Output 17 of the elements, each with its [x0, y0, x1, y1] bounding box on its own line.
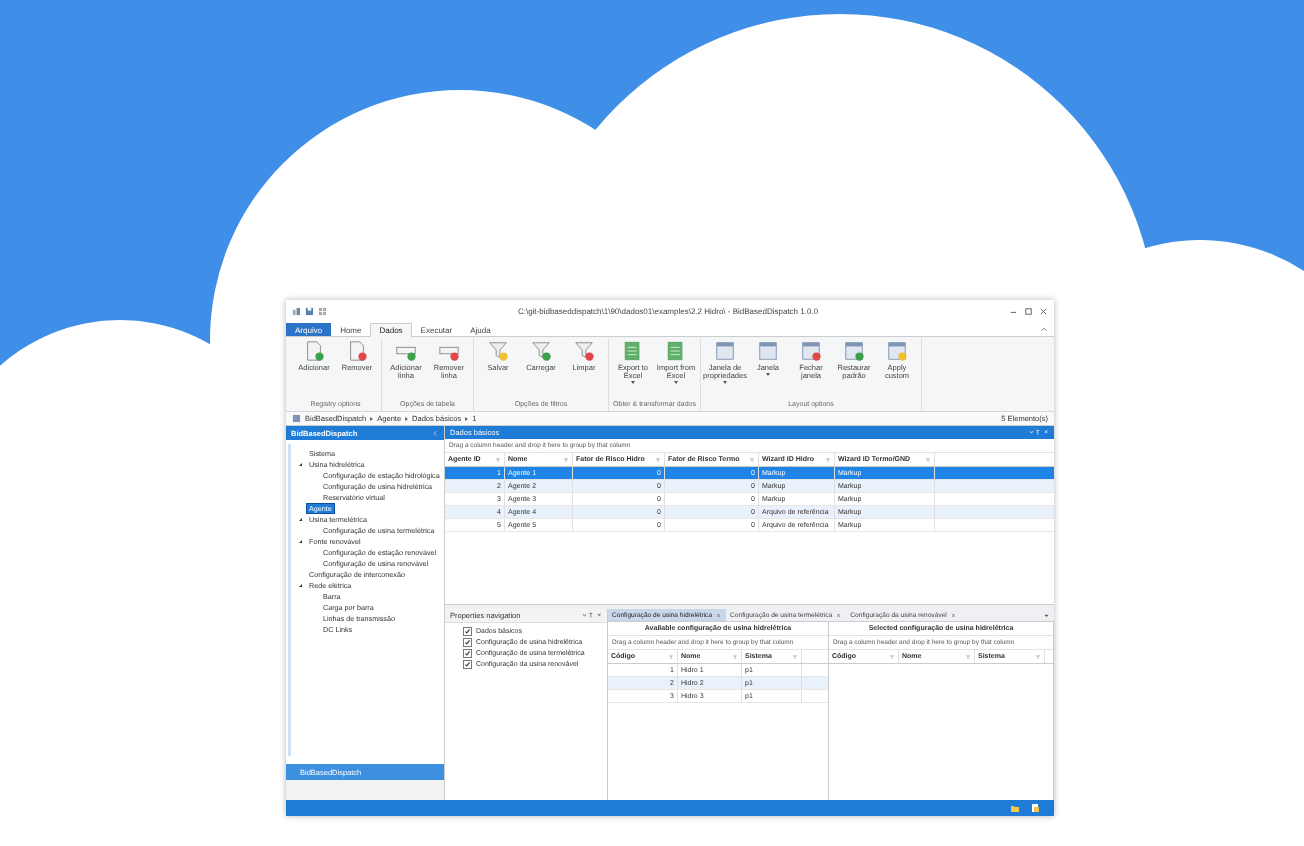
- window-icon: [843, 340, 865, 362]
- window-icon: [886, 340, 908, 362]
- grid-icon: [292, 414, 301, 423]
- checkbox[interactable]: [463, 638, 472, 647]
- window-icon: [800, 340, 822, 362]
- app-icon: [292, 306, 301, 316]
- checkbox[interactable]: [463, 627, 472, 636]
- checkbox[interactable]: [463, 660, 472, 669]
- dropdown-icon[interactable]: [1043, 611, 1050, 619]
- window-icon: [714, 340, 736, 362]
- save-icon[interactable]: [305, 306, 314, 316]
- document-icon[interactable]: [1030, 803, 1040, 813]
- spreadsheet-icon: [622, 340, 644, 362]
- grid-icon[interactable]: [318, 306, 327, 316]
- spreadsheet-icon: [665, 340, 687, 362]
- checkbox[interactable]: [463, 649, 472, 658]
- window-icon: [757, 340, 779, 362]
